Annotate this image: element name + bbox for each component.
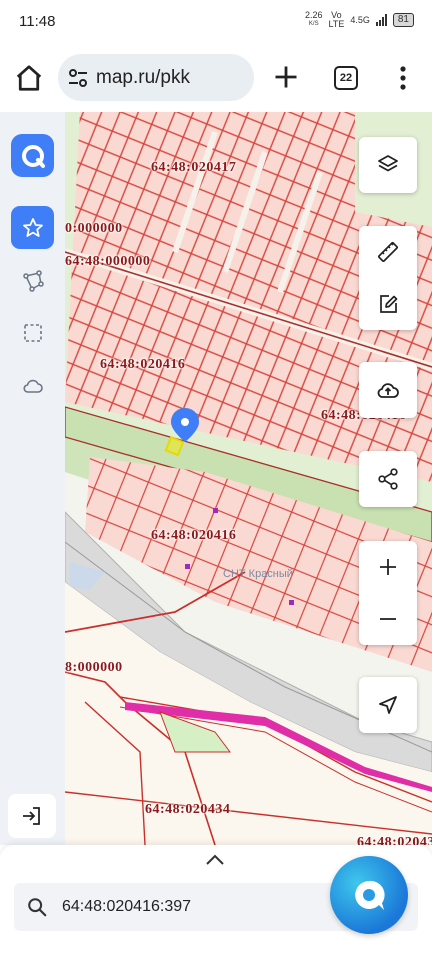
edit-button[interactable] bbox=[359, 278, 417, 330]
select-area-button[interactable] bbox=[11, 311, 54, 354]
status-time: 11:48 bbox=[19, 13, 56, 30]
url-text[interactable]: map.ru/pkk bbox=[96, 67, 190, 89]
share-icon bbox=[378, 468, 398, 490]
cadastral-label: 64:48:020417 bbox=[151, 160, 237, 175]
selection-icon bbox=[23, 323, 42, 342]
place-label: СНТ Красный bbox=[223, 568, 293, 580]
zoom-in-button[interactable] bbox=[359, 541, 417, 593]
cloud-upload-icon bbox=[377, 383, 399, 398]
layers-button[interactable] bbox=[359, 137, 417, 193]
chevron-up-icon[interactable] bbox=[204, 853, 226, 867]
cadastral-label: 64:48:020434 bbox=[357, 835, 432, 845]
tools-control bbox=[359, 226, 417, 330]
status-bar: 11:48 2.26 K/S Vo LTE 4.5G 81 bbox=[0, 0, 432, 42]
polygon-icon bbox=[22, 269, 44, 292]
my-location-button[interactable] bbox=[359, 677, 417, 733]
upload-control[interactable] bbox=[359, 362, 417, 418]
app-logo[interactable] bbox=[11, 134, 54, 177]
logo-icon bbox=[21, 144, 45, 168]
cadastral-label: 8:000000 bbox=[65, 660, 123, 675]
favorites-button[interactable] bbox=[11, 206, 54, 249]
left-toolbar bbox=[0, 112, 65, 845]
plus-icon bbox=[380, 559, 396, 575]
home-icon[interactable] bbox=[14, 63, 44, 93]
chat-icon bbox=[355, 880, 385, 910]
zoom-out-button[interactable] bbox=[359, 593, 417, 645]
upload-button[interactable] bbox=[359, 362, 417, 418]
share-control[interactable] bbox=[359, 451, 417, 507]
battery-icon: 81 bbox=[392, 13, 414, 27]
locate-control[interactable] bbox=[359, 677, 417, 733]
cloud-icon bbox=[22, 379, 43, 393]
signal-icon bbox=[375, 14, 387, 26]
chat-button[interactable] bbox=[330, 856, 408, 934]
ruler-icon bbox=[378, 242, 398, 262]
ruler-button[interactable] bbox=[359, 226, 417, 278]
cadastral-label: 64:48:020434 bbox=[145, 802, 231, 817]
browser-toolbar: map.ru/pkk 22 bbox=[0, 42, 432, 113]
cloud-button[interactable] bbox=[11, 364, 54, 407]
status-indicators: 2.26 K/S Vo LTE 4.5G 81 bbox=[305, 11, 414, 29]
cadastral-label: 0:000000 bbox=[65, 221, 123, 236]
site-settings-icon[interactable] bbox=[66, 66, 90, 90]
layers-icon bbox=[378, 155, 398, 172]
draw-polygon-button[interactable] bbox=[11, 259, 54, 302]
carrier-indicator: Vo LTE bbox=[328, 10, 345, 29]
search-icon bbox=[28, 898, 47, 917]
edit-icon bbox=[380, 295, 398, 313]
minus-icon bbox=[380, 618, 396, 620]
layers-control[interactable] bbox=[359, 137, 417, 193]
share-button[interactable] bbox=[359, 451, 417, 507]
tab-switcher-button[interactable]: 22 bbox=[334, 66, 358, 90]
zoom-control bbox=[359, 541, 417, 645]
star-icon bbox=[22, 217, 43, 237]
new-tab-icon[interactable] bbox=[272, 63, 300, 91]
network-speed: 2.26 K/S bbox=[304, 10, 323, 28]
cadastral-label: 64:48:020416 bbox=[100, 357, 186, 372]
cadastral-label: 64:48:000000 bbox=[65, 254, 151, 269]
address-bar[interactable]: map.ru/pkk bbox=[58, 54, 254, 101]
navigation-arrow-icon bbox=[379, 696, 397, 714]
cadastral-label: 64:48:020416 bbox=[151, 528, 237, 543]
more-menu-icon[interactable] bbox=[393, 64, 413, 92]
signal-type: 4.5G bbox=[350, 14, 370, 25]
login-button[interactable] bbox=[8, 794, 56, 838]
login-icon bbox=[23, 807, 40, 825]
search-input[interactable]: 64:48:020416:397 bbox=[62, 898, 191, 916]
